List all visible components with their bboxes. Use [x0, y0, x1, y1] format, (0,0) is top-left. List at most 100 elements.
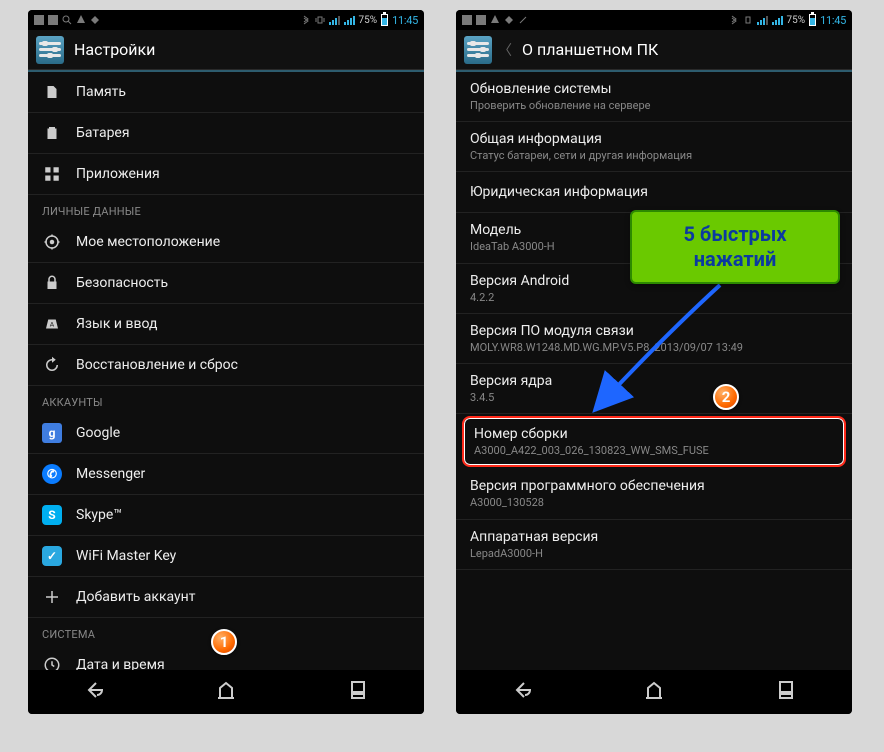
section-accounts: АККАУНТЫ: [28, 386, 424, 413]
row-title: Аппаратная версия: [470, 529, 838, 545]
nav-recent-button[interactable]: [754, 672, 818, 712]
clock: 11:45: [820, 14, 846, 27]
bluetooth-icon: [301, 15, 311, 25]
status-bar-left-icons: [462, 15, 528, 25]
status-icon: [476, 15, 486, 25]
nav-recent-button[interactable]: [326, 672, 390, 712]
row-system-update[interactable]: Обновление системы Проверить обновление …: [456, 72, 852, 122]
signal-icon: [772, 16, 783, 25]
row-label: Батарея: [76, 125, 410, 141]
wifi-master-key-icon: ✓: [42, 546, 62, 566]
sd-card-icon: [42, 82, 62, 102]
clock-icon: [42, 655, 62, 670]
google-icon: g: [42, 423, 62, 443]
section-personal: ЛИЧНЫЕ ДАННЫЕ: [28, 195, 424, 222]
skype-icon: S: [42, 505, 62, 525]
row-subtitle: 4.2.2: [470, 291, 838, 304]
bluetooth-icon: [729, 15, 739, 25]
row-label: Память: [76, 84, 410, 100]
row-legal[interactable]: Юридическая информация: [456, 172, 852, 213]
header-title: Настройки: [74, 40, 155, 59]
row-software-version[interactable]: Версия программного обеспечения A3000_13…: [456, 469, 852, 519]
status-icon: [490, 15, 500, 25]
row-account-google[interactable]: g Google: [28, 413, 424, 454]
vibrate-icon: [743, 15, 753, 25]
location-icon: [42, 232, 62, 252]
annotation-badge-1: 1: [211, 629, 237, 655]
status-bar-right: 75% 11:45: [729, 14, 846, 27]
row-title: Юридическая информация: [470, 184, 838, 200]
restore-icon: [42, 355, 62, 375]
nav-home-button[interactable]: [194, 672, 258, 712]
lock-icon: [42, 273, 62, 293]
status-icon: [90, 15, 100, 25]
row-hardware-version[interactable]: Аппаратная версия LepadA3000-H: [456, 520, 852, 570]
vibrate-icon: [315, 15, 325, 25]
chevron-left-icon: 〈: [498, 40, 512, 60]
row-label: Google: [76, 425, 410, 441]
status-bar: 75% 11:45: [28, 10, 424, 30]
row-title: Версия программного обеспечения: [470, 478, 838, 494]
navigation-bar: [28, 670, 424, 714]
row-subtitle: A3000_A422_003_026_130823_WW_SMS_FUSE: [474, 444, 834, 457]
status-icon: [504, 15, 514, 25]
row-apps[interactable]: Приложения: [28, 154, 424, 195]
row-subtitle: A3000_130528: [470, 496, 838, 509]
row-baseband-version[interactable]: Версия ПО модуля связи MOLY.WR8.W1248.MD…: [456, 314, 852, 364]
about-content: Обновление системы Проверить обновление …: [456, 70, 852, 670]
row-label: Язык и ввод: [76, 316, 410, 332]
settings-app-icon[interactable]: [464, 36, 492, 64]
status-icon: [462, 15, 472, 25]
row-account-skype[interactable]: S Skype™: [28, 495, 424, 536]
header: 〈 О планшетном ПК: [456, 30, 852, 70]
row-security[interactable]: Безопасность: [28, 263, 424, 304]
clock: 11:45: [392, 14, 418, 27]
status-icon: [518, 15, 528, 25]
row-title: Версия ПО модуля связи: [470, 323, 838, 339]
settings-content: Память Батарея Приложения ЛИЧНЫЕ ДАННЫЕ …: [28, 70, 424, 670]
phone-settings: 75% 11:45 Настройки Память Батарея Прило…: [28, 10, 424, 714]
row-kernel-version[interactable]: Версия ядра 3.4.5: [456, 364, 852, 414]
status-bar: 75% 11:45: [456, 10, 852, 30]
row-language[interactable]: A Язык и ввод: [28, 304, 424, 345]
status-icon: [34, 15, 44, 25]
nav-back-button[interactable]: [490, 672, 554, 712]
row-label: Мое местоположение: [76, 234, 410, 250]
row-memory[interactable]: Память: [28, 72, 424, 113]
row-label: Приложения: [76, 166, 410, 182]
annotation-badge-2: 2: [713, 384, 739, 410]
nav-back-button[interactable]: [62, 672, 126, 712]
status-icon: [76, 15, 86, 25]
svg-text:A: A: [50, 320, 55, 328]
nav-home-button[interactable]: [622, 672, 686, 712]
row-account-messenger[interactable]: ✆ Messenger: [28, 454, 424, 495]
row-title: Общая информация: [470, 131, 838, 147]
row-subtitle: LepadA3000-H: [470, 547, 838, 560]
signal-icon: [329, 16, 340, 25]
annotation-callout: 5 быстрых нажатий: [630, 210, 840, 284]
row-backup-reset[interactable]: Восстановление и сброс: [28, 345, 424, 386]
header-title: О планшетном ПК: [522, 40, 658, 59]
row-status[interactable]: Общая информация Статус батареи, сети и …: [456, 122, 852, 172]
row-account-wifikey[interactable]: ✓ WiFi Master Key: [28, 536, 424, 577]
row-add-account[interactable]: Добавить аккаунт: [28, 577, 424, 618]
row-label: Восстановление и сброс: [76, 357, 410, 373]
row-subtitle: 3.4.5: [470, 391, 838, 404]
row-build-number[interactable]: Номер сборки A3000_A422_003_026_130823_W…: [462, 416, 846, 467]
row-battery[interactable]: Батарея: [28, 113, 424, 154]
plus-icon: [42, 587, 62, 607]
row-label: Messenger: [76, 466, 410, 482]
row-location[interactable]: Мое местоположение: [28, 222, 424, 263]
search-icon: [62, 15, 72, 25]
row-label: Добавить аккаунт: [76, 589, 410, 605]
signal-icon: [757, 16, 768, 25]
battery-pct: 75%: [787, 15, 806, 26]
settings-app-icon[interactable]: [36, 36, 64, 64]
battery-icon: [809, 14, 816, 26]
row-subtitle: Статус батареи, сети и другая информация: [470, 149, 838, 162]
battery-icon: [381, 14, 388, 26]
language-icon: A: [42, 314, 62, 334]
messenger-icon: ✆: [42, 464, 62, 484]
row-subtitle: MOLY.WR8.W1248.MD.WG.MP.V5.P8, 2013/09/0…: [470, 341, 838, 354]
callout-text: 5 быстрых нажатий: [683, 222, 786, 271]
